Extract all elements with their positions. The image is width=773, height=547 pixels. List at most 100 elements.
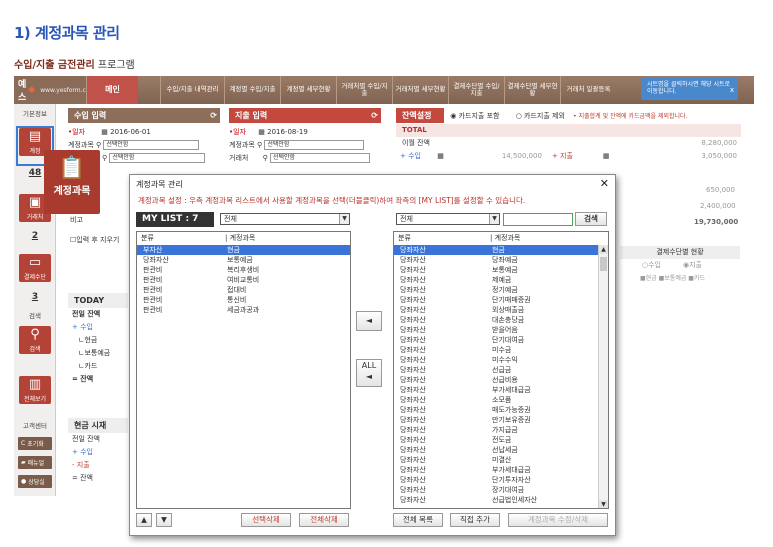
list-item-account: 대손충당금 xyxy=(492,316,525,324)
sidebar-search-button[interactable]: ⚲ 검색 xyxy=(19,326,51,354)
search-button[interactable]: 검색 xyxy=(575,212,607,226)
move-to-mylist-button[interactable]: ◄ xyxy=(356,311,382,331)
mylist-listbox[interactable]: 분류 | 계정과목 부자산 현금 당좌자산 보통예금 판관비 복리후생비 판관비 여비교통비 판관… xyxy=(136,231,351,509)
sidebar-consult-button[interactable]: ● 상담실 xyxy=(18,475,52,488)
list-item[interactable]: 당좌자산 단기대여금 xyxy=(394,335,608,345)
list-item[interactable]: 판관비 통신비 xyxy=(137,295,350,305)
sidebar-manual-button[interactable]: ▰ 매뉴얼 xyxy=(18,456,52,469)
income-account-select[interactable]: 선택안함 xyxy=(103,140,200,150)
list-item[interactable]: 당좌자산 부가세대급금 xyxy=(394,465,608,475)
direct-add-button[interactable]: 직접 추가 xyxy=(450,513,500,527)
list-item[interactable]: 당좌자산 선납세금 xyxy=(394,445,608,455)
search-icon[interactable]: ⚲ xyxy=(257,141,262,149)
delete-selected-button[interactable]: 선택삭제 xyxy=(241,513,291,527)
list-item-account: 통신비 xyxy=(227,296,247,304)
list-item-category: 당좌자산 xyxy=(400,276,426,284)
account-filter-select[interactable]: 전체 ▼ xyxy=(396,213,500,225)
payment-expense-radio[interactable]: ◉지출 xyxy=(683,261,702,269)
account-listbox[interactable]: 분류 | 계정과목 당좌자산 현금 당좌자산 당좌예금 당좌자산 보통예금 당좌자산 제예금 당좌… xyxy=(393,231,609,509)
nav-payment-income-expense[interactable]: 결제수단별 수입/지출 xyxy=(448,76,504,104)
scroll-thumb[interactable] xyxy=(600,257,607,271)
list-item[interactable]: 판관비 여비교통비 xyxy=(137,275,350,285)
list-item-account: 접대비 xyxy=(227,286,247,294)
tooltip-close-icon[interactable]: x xyxy=(730,86,734,94)
expense-account-row: 계정과목 ⚲ 선택안함 xyxy=(229,139,381,152)
list-item[interactable]: 당좌자산 대손충당금 xyxy=(394,315,608,325)
search-icon[interactable]: ⚲ xyxy=(102,154,107,162)
sidebar-reset-button[interactable]: C 초기화 xyxy=(18,437,52,450)
sidebar-view-all-button[interactable]: ▥ 전체보기 xyxy=(19,376,51,404)
list-item[interactable]: 판관비 접대비 xyxy=(137,285,350,295)
nav-payment-detail[interactable]: 결제수단별 세부현황 xyxy=(504,76,560,104)
account-search-input[interactable] xyxy=(503,213,573,226)
list-item-selected[interactable]: 부자산 현금 xyxy=(137,245,350,255)
sidebar-payment-button[interactable]: ▭ 결제수단 xyxy=(19,254,51,282)
list-item[interactable]: 당좌자산 정기예금 xyxy=(394,285,608,295)
nav-vendor-bulk-register[interactable]: 거래처 일괄등록 xyxy=(560,76,616,104)
list-item[interactable]: 당좌자산 단기매매증권 xyxy=(394,295,608,305)
nav-vendor-income-expense[interactable]: 거래처별 수입/지출 xyxy=(336,76,392,104)
payment-income-radio[interactable]: ○수입 xyxy=(642,261,661,269)
list-item-selected[interactable]: 당좌자산 현금 xyxy=(394,245,608,255)
list-item[interactable]: 당좌자산 외상매출금 xyxy=(394,305,608,315)
nav-account-detail[interactable]: 계정별 세부현황 xyxy=(280,76,336,104)
edit-account-button[interactable]: 계정과목 수정/삭제 xyxy=(508,513,608,527)
list-item[interactable]: 당좌자산 소모품 xyxy=(394,395,608,405)
list-item[interactable]: 당좌자산 미수금 xyxy=(394,345,608,355)
refresh-icon[interactable]: ⟳ xyxy=(371,108,378,123)
include-card-radio[interactable]: ◉ 카드지출 포함 xyxy=(450,112,499,120)
list-item[interactable]: 판관비 복리후생비 xyxy=(137,265,350,275)
scroll-down-icon[interactable]: ▼ xyxy=(599,500,608,508)
full-list-button[interactable]: 전체 목록 xyxy=(393,513,443,527)
list-item[interactable]: 당좌자산 부가세대급금 xyxy=(394,385,608,395)
list-item-category: 당좌자산 xyxy=(400,366,426,374)
list-item[interactable]: 당좌자산 가지급금 xyxy=(394,425,608,435)
calendar-icon[interactable]: ▦ xyxy=(258,128,265,136)
list-item-category: 부자산 xyxy=(143,246,163,254)
list-item-category: 당좌자산 xyxy=(400,356,426,364)
list-item[interactable]: 당좌자산 보통예금 xyxy=(394,265,608,275)
list-item[interactable]: 당좌자산 당좌예금 xyxy=(394,255,608,265)
mylist-filter-select[interactable]: 전체 ▼ xyxy=(220,213,350,225)
list-item[interactable]: 당좌자산 미결산 xyxy=(394,455,608,465)
list-item[interactable]: 당좌자산 미수수익 xyxy=(394,355,608,365)
list-item[interactable]: 당좌자산 선급비용 xyxy=(394,375,608,385)
list-item[interactable]: 당좌자산 만기보유증권 xyxy=(394,415,608,425)
list-item[interactable]: 당좌자산 제예금 xyxy=(394,275,608,285)
expense-vendor-select[interactable]: 선택안함 xyxy=(269,153,370,163)
account-manager-dialog: 계정과목 관리 ✕ 계정과목 설정 : 우측 계정과목 리스트에서 사용할 계정… xyxy=(129,174,616,536)
search-icon[interactable]: ⚲ xyxy=(263,154,268,162)
list-item[interactable]: 당좌자산 선급금 xyxy=(394,365,608,375)
exclude-card-radio[interactable]: ○ 카드지출 제외 xyxy=(516,112,565,120)
list-item[interactable]: 당좌자산 보통예금 xyxy=(137,255,350,265)
list-item[interactable]: 당좌자산 장기대여금 xyxy=(394,485,608,495)
list-item[interactable]: 판관비 세금과공과 xyxy=(137,305,350,315)
close-icon[interactable]: ✕ xyxy=(600,177,609,190)
refresh-icon[interactable]: ⟳ xyxy=(210,108,217,123)
search-icon: ⚲ xyxy=(30,327,40,342)
scroll-up-icon[interactable]: ▲ xyxy=(599,245,608,254)
income-date-value[interactable]: 2016-06-01 xyxy=(110,128,151,136)
list-item[interactable]: 당좌자산 매도가능증권 xyxy=(394,405,608,415)
nav-vendor-detail[interactable]: 거래처별 세부현황 xyxy=(392,76,448,104)
income-vendor-select[interactable]: 선택안함 xyxy=(109,153,206,163)
calendar-icon[interactable]: ▦ xyxy=(101,128,108,136)
list-item[interactable]: 당좌자산 선급법인세자산 xyxy=(394,495,608,505)
nav-main[interactable]: 메인 xyxy=(86,76,138,104)
expense-date-value[interactable]: 2016-08-19 xyxy=(267,128,308,136)
move-all-button[interactable]: ALL ◄ xyxy=(356,359,382,387)
move-up-button[interactable]: ▲ xyxy=(136,513,152,527)
account-list-scrollbar[interactable]: ▲ ▼ xyxy=(598,245,608,508)
delete-all-button[interactable]: 전체삭제 xyxy=(299,513,349,527)
nav-account-income-expense[interactable]: 계정별 수입/지출 xyxy=(224,76,280,104)
balance-panel: 잔액설정 ◉ 카드지출 포함 ○ 카드지출 제외 • 지출합계 및 잔액에 카드… xyxy=(396,108,741,163)
nav-income-expense-history[interactable]: 수입/지출 내역관리 xyxy=(160,76,224,104)
list-item[interactable]: 당좌자산 받을어음 xyxy=(394,325,608,335)
expense-account-select[interactable]: 선택안함 xyxy=(264,140,365,150)
move-down-button[interactable]: ▼ xyxy=(156,513,172,527)
search-icon[interactable]: ⚲ xyxy=(96,141,101,149)
list-item[interactable]: 당좌자산 단기투자자산 xyxy=(394,475,608,485)
clear-after-input-checkbox[interactable]: ☐입력 후 지우기 xyxy=(70,234,119,247)
brand-logo[interactable]: 예스 ◆ www.yesform.com xyxy=(14,76,95,104)
list-item[interactable]: 당좌자산 전도금 xyxy=(394,435,608,445)
